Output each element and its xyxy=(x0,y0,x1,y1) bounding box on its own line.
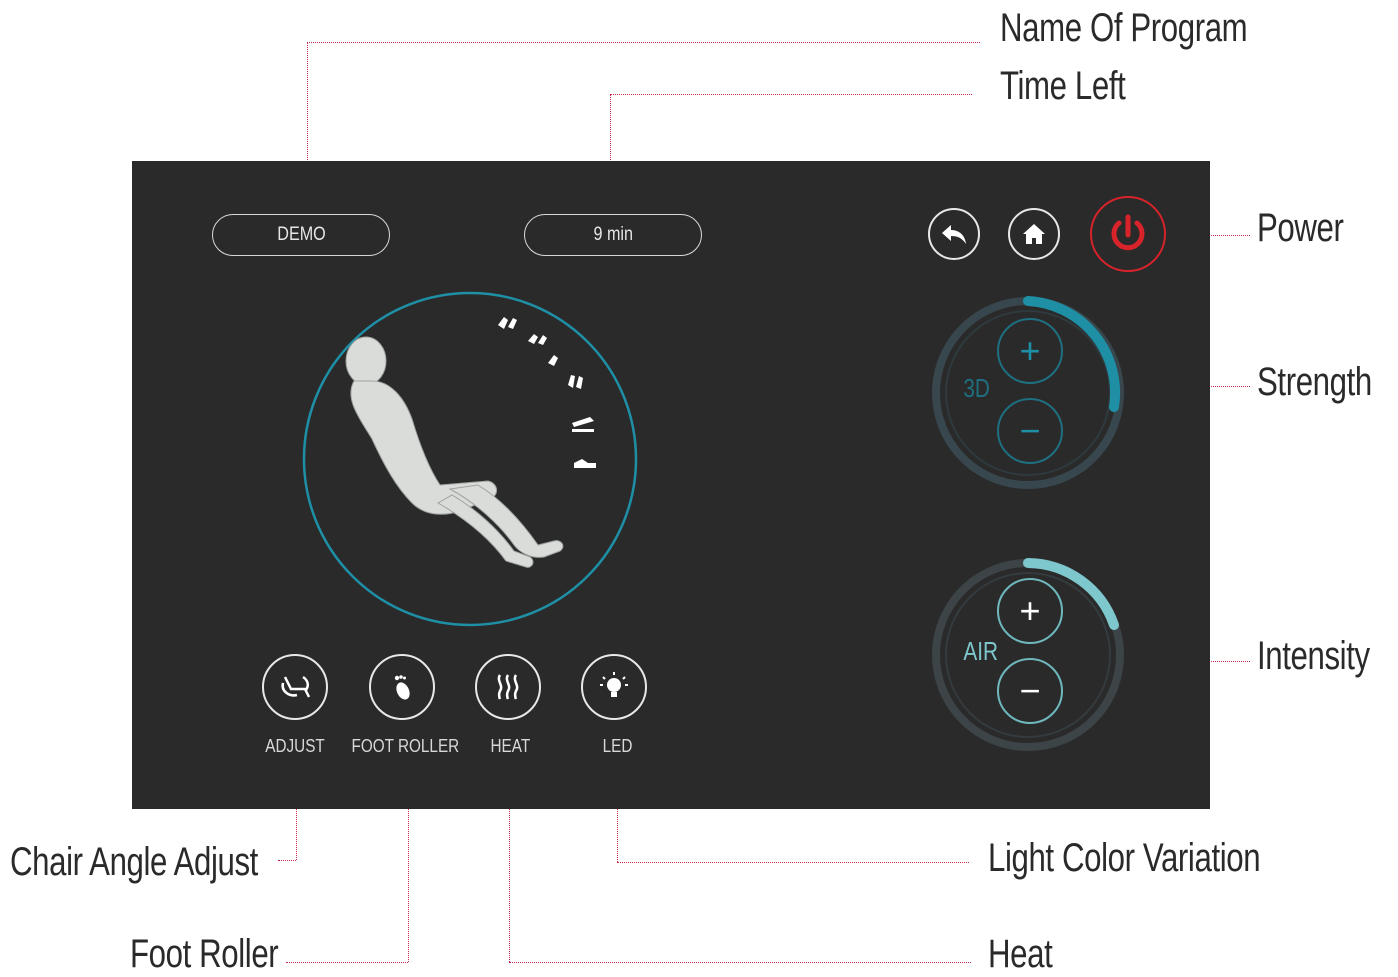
body-program-display xyxy=(302,291,638,627)
leader-heat-horizontal xyxy=(509,962,971,963)
callout-foot-roller: Foot Roller xyxy=(130,932,279,976)
callout-name-of-program: Name Of Program xyxy=(1000,6,1248,50)
callout-intensity: Intensity xyxy=(1257,634,1370,678)
foot-icon xyxy=(394,675,410,700)
adjust-label-text: ADJUST xyxy=(265,736,325,756)
time-left-display: 9 min xyxy=(524,214,702,256)
leader-time-horizontal xyxy=(610,94,972,95)
intensity-minus-label: − xyxy=(1019,670,1041,711)
program-name-display: DEMO xyxy=(212,214,390,256)
massage-chair-screen: DEMO 9 min + − 3D + − AIR ADJUST FOOT RO… xyxy=(132,161,1210,809)
leader-program-horizontal xyxy=(307,42,980,43)
callout-strength: Strength xyxy=(1257,360,1372,404)
leader-led-horizontal xyxy=(617,862,969,863)
power-button[interactable] xyxy=(1090,196,1166,272)
back-button[interactable] xyxy=(928,208,980,260)
strength-dial-label: 3D xyxy=(960,373,993,404)
heat-button[interactable] xyxy=(475,654,541,720)
leader-adjust-horizontal xyxy=(278,860,296,861)
intensity-minus-button[interactable]: − xyxy=(997,658,1063,724)
home-icon xyxy=(1023,224,1045,244)
chair-adjust-icon xyxy=(281,675,311,698)
back-arrow-icon xyxy=(942,225,966,244)
callout-light-color-variation: Light Color Variation xyxy=(988,836,1261,880)
leader-footroller-horizontal xyxy=(286,962,408,963)
intensity-plus-label: + xyxy=(1019,590,1041,631)
power-icon xyxy=(1111,214,1145,251)
strength-minus-button[interactable]: − xyxy=(997,398,1063,464)
heat-label-text: HEAT xyxy=(490,736,530,756)
intensity-dial-label-text: AIR xyxy=(963,636,999,666)
strength-dial-label-text: 3D xyxy=(963,373,990,403)
led-label-text: LED xyxy=(603,736,633,756)
intensity-plus-button[interactable]: + xyxy=(997,578,1063,644)
led-button[interactable] xyxy=(581,654,647,720)
strength-minus-label: − xyxy=(1019,410,1041,451)
strength-plus-label: + xyxy=(1019,330,1041,371)
intensity-dial-label: AIR xyxy=(959,636,1002,667)
led-label: LED xyxy=(553,736,683,757)
time-left-text: 9 min xyxy=(593,224,633,245)
strength-plus-button[interactable]: + xyxy=(997,318,1063,384)
foot-roller-button[interactable] xyxy=(369,654,435,720)
callout-chair-angle-adjust: Chair Angle Adjust xyxy=(10,840,258,884)
program-name-text: DEMO xyxy=(276,224,326,245)
adjust-button[interactable] xyxy=(262,654,328,720)
reclining-body-figure xyxy=(345,336,564,568)
home-button[interactable] xyxy=(1008,208,1060,260)
massage-zone-icons xyxy=(498,317,596,468)
callout-heat: Heat xyxy=(988,932,1053,976)
lightbulb-icon xyxy=(600,672,628,697)
foot-roller-label-text: FOOT ROLLER xyxy=(351,736,459,756)
callout-time-left: Time Left xyxy=(1000,64,1126,108)
callout-power: Power xyxy=(1257,206,1344,250)
heat-waves-icon xyxy=(497,674,519,700)
